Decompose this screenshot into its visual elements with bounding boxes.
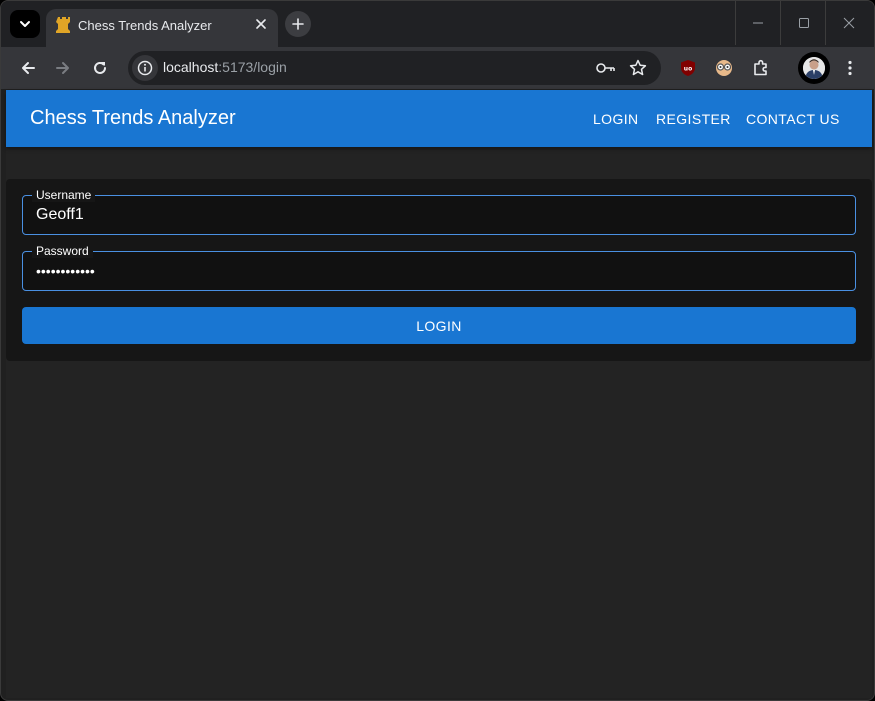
nav-login-link[interactable]: LOGIN (593, 111, 639, 127)
plus-icon (292, 18, 304, 30)
nav-register-link[interactable]: REGISTER (656, 111, 731, 127)
app-bar: Chess Trends Analyzer LOGIN REGISTER CON… (6, 90, 872, 147)
avatar (803, 57, 825, 79)
minimize-button[interactable] (735, 1, 780, 45)
url-text[interactable]: localhost:5173/login (163, 59, 287, 75)
close-window-button[interactable] (826, 1, 871, 45)
password-input[interactable]: •••••••••••• (36, 263, 95, 279)
url-host: localhost (163, 59, 219, 75)
site-info-button[interactable] (132, 55, 158, 81)
browser-menu-button[interactable] (835, 53, 865, 83)
password-field[interactable]: Password •••••••••••• (22, 244, 856, 291)
page-viewport: Chess Trends Analyzer LOGIN REGISTER CON… (6, 90, 872, 698)
extension-face-button[interactable] (712, 56, 736, 80)
arrow-left-icon (22, 62, 35, 74)
info-icon (137, 60, 153, 76)
forward-button[interactable] (48, 53, 78, 83)
address-bar[interactable]: localhost:5173/login (128, 51, 661, 85)
nav-contact-link[interactable]: CONTACT US (746, 111, 840, 127)
username-label: Username (32, 188, 96, 202)
close-icon (843, 17, 854, 29)
ublock-extension-button[interactable]: uo (676, 56, 700, 80)
chess-rook-icon (56, 17, 70, 33)
username-input[interactable]: Geoff1 (36, 206, 84, 224)
browser-toolbar: localhost:5173/login uo (1, 47, 874, 89)
maximize-icon (798, 18, 809, 28)
tab-search-button[interactable] (10, 10, 40, 38)
tab-close-button[interactable] (252, 15, 270, 33)
avatar-icon (803, 57, 825, 79)
browser-window: Chess Trends Analyzer localhost:5173/log… (0, 0, 875, 701)
app-title: Chess Trends Analyzer (30, 107, 236, 129)
password-label: Password (32, 244, 93, 258)
tab-active[interactable]: Chess Trends Analyzer (46, 9, 278, 47)
new-tab-button[interactable] (285, 11, 311, 37)
tab-title: Chess Trends Analyzer (78, 18, 212, 33)
reload-icon (94, 61, 106, 74)
close-icon (256, 19, 266, 29)
puzzle-icon (754, 59, 767, 76)
username-field[interactable]: Username Geoff1 (22, 188, 856, 235)
more-vert-icon (848, 60, 852, 76)
login-form-card: Username Geoff1 Password •••••••••••• LO… (6, 179, 872, 361)
password-manager-button[interactable] (594, 56, 618, 80)
svg-text:uo: uo (684, 66, 692, 73)
login-button[interactable]: LOGIN (22, 307, 856, 344)
reload-button[interactable] (85, 53, 115, 83)
key-icon (596, 63, 615, 73)
arrow-right-icon (56, 62, 69, 74)
extensions-button[interactable] (749, 56, 773, 80)
star-icon (629, 59, 647, 76)
face-glasses-icon (716, 60, 732, 76)
maximize-button[interactable] (781, 1, 826, 45)
bookmark-button[interactable] (626, 56, 650, 80)
back-button[interactable] (13, 53, 43, 83)
profile-button[interactable] (798, 52, 830, 84)
chevron-down-icon (20, 21, 30, 27)
tab-strip: Chess Trends Analyzer (1, 1, 874, 47)
ublock-icon: uo (681, 60, 695, 76)
url-path: :5173/login (218, 59, 287, 75)
minimize-icon (752, 22, 763, 24)
